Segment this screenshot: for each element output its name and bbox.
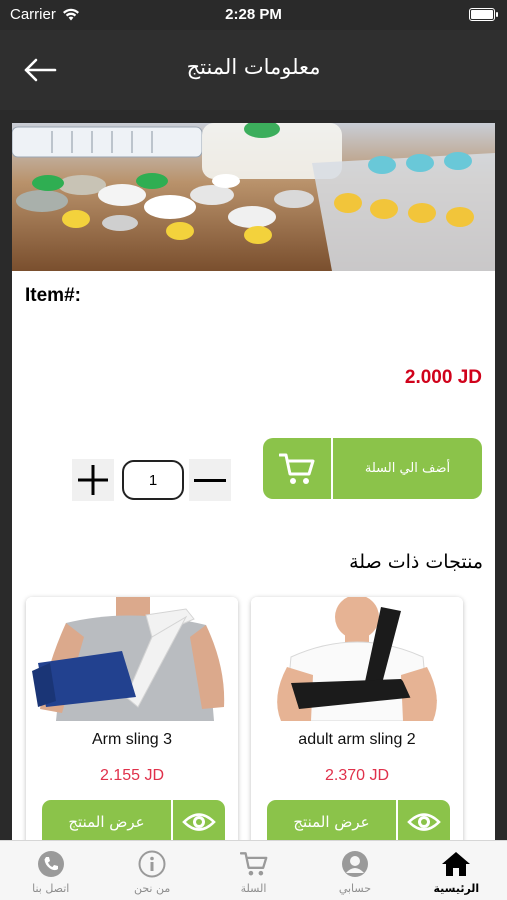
tab-label: السلة	[240, 882, 267, 895]
home-icon	[442, 852, 471, 876]
related-product-price: 2.370 JD	[324, 767, 390, 784]
product-details-scroll[interactable]: Item#: 2.000 JD أضف الي السلة	[0, 110, 507, 840]
cart-icon	[239, 852, 267, 876]
add-to-cart-button[interactable]: أضف الي السلة	[263, 438, 482, 499]
eye-icon	[182, 813, 216, 831]
quantity-increase-button[interactable]	[72, 459, 114, 501]
product-image	[12, 123, 495, 271]
cart-icon-area	[263, 438, 331, 499]
clock: 2:28 PM	[225, 6, 282, 23]
info-icon	[138, 850, 166, 878]
tab-label: من نحن	[133, 882, 171, 895]
related-products-title: منتجات ذات صلة	[349, 551, 483, 573]
related-product-card[interactable]: Arm sling 3 2.155 JD عرض المنتج	[26, 597, 238, 840]
view-product-button[interactable]: عرض المنتج	[267, 800, 450, 840]
tab-label: اتصل بنا	[32, 882, 70, 895]
view-product-label: عرض المنتج	[68, 813, 145, 831]
app-header: معلومات المنتج	[0, 30, 507, 110]
product-price: 2.000 JD	[404, 367, 482, 388]
tab-about-us[interactable]: من نحن	[101, 841, 202, 900]
minus-icon	[194, 478, 226, 482]
tab-cart[interactable]: السلة	[203, 841, 304, 900]
tab-contact-us[interactable]: اتصل بنا	[0, 841, 101, 900]
user-icon	[341, 851, 368, 877]
related-product-price: 2.155 JD	[99, 767, 165, 784]
product-card: Item#: 2.000 JD أضف الي السلة	[12, 123, 495, 840]
eye-icon-area	[173, 800, 225, 840]
tab-home[interactable]: الرئيسية	[406, 841, 507, 900]
tab-label: الرئيسية	[433, 882, 480, 895]
quantity-input[interactable]	[122, 460, 184, 500]
related-product-image	[26, 597, 238, 721]
related-product-name: Arm sling 3	[91, 731, 173, 748]
cart-icon	[279, 453, 315, 484]
eye-icon	[407, 813, 441, 831]
view-product-button[interactable]: عرض المنتج	[42, 800, 225, 840]
tab-label: حسابي	[338, 882, 372, 895]
plus-icon	[78, 465, 108, 495]
phone-icon	[37, 851, 64, 877]
item-number-label: Item#:	[25, 285, 81, 306]
related-product-card[interactable]: adult arm sling 2 2.370 JD عرض المنتج	[251, 597, 463, 840]
related-product-image	[251, 597, 463, 721]
page-title: معلومات المنتج	[186, 55, 321, 79]
tab-my-account[interactable]: حسابي	[304, 841, 405, 900]
related-product-name: adult arm sling 2	[298, 731, 416, 748]
battery-icon	[469, 8, 498, 21]
eye-icon-area	[398, 800, 450, 840]
view-product-label: عرض المنتج	[293, 813, 370, 831]
add-to-cart-label: أضف الي السلة	[364, 461, 451, 476]
bottom-tab-bar: اتصل بنا من نحن السلة حسابي الرئيسية	[0, 840, 507, 900]
status-bar: Carrier 2:28 PM	[0, 0, 507, 30]
quantity-decrease-button[interactable]	[189, 459, 231, 501]
